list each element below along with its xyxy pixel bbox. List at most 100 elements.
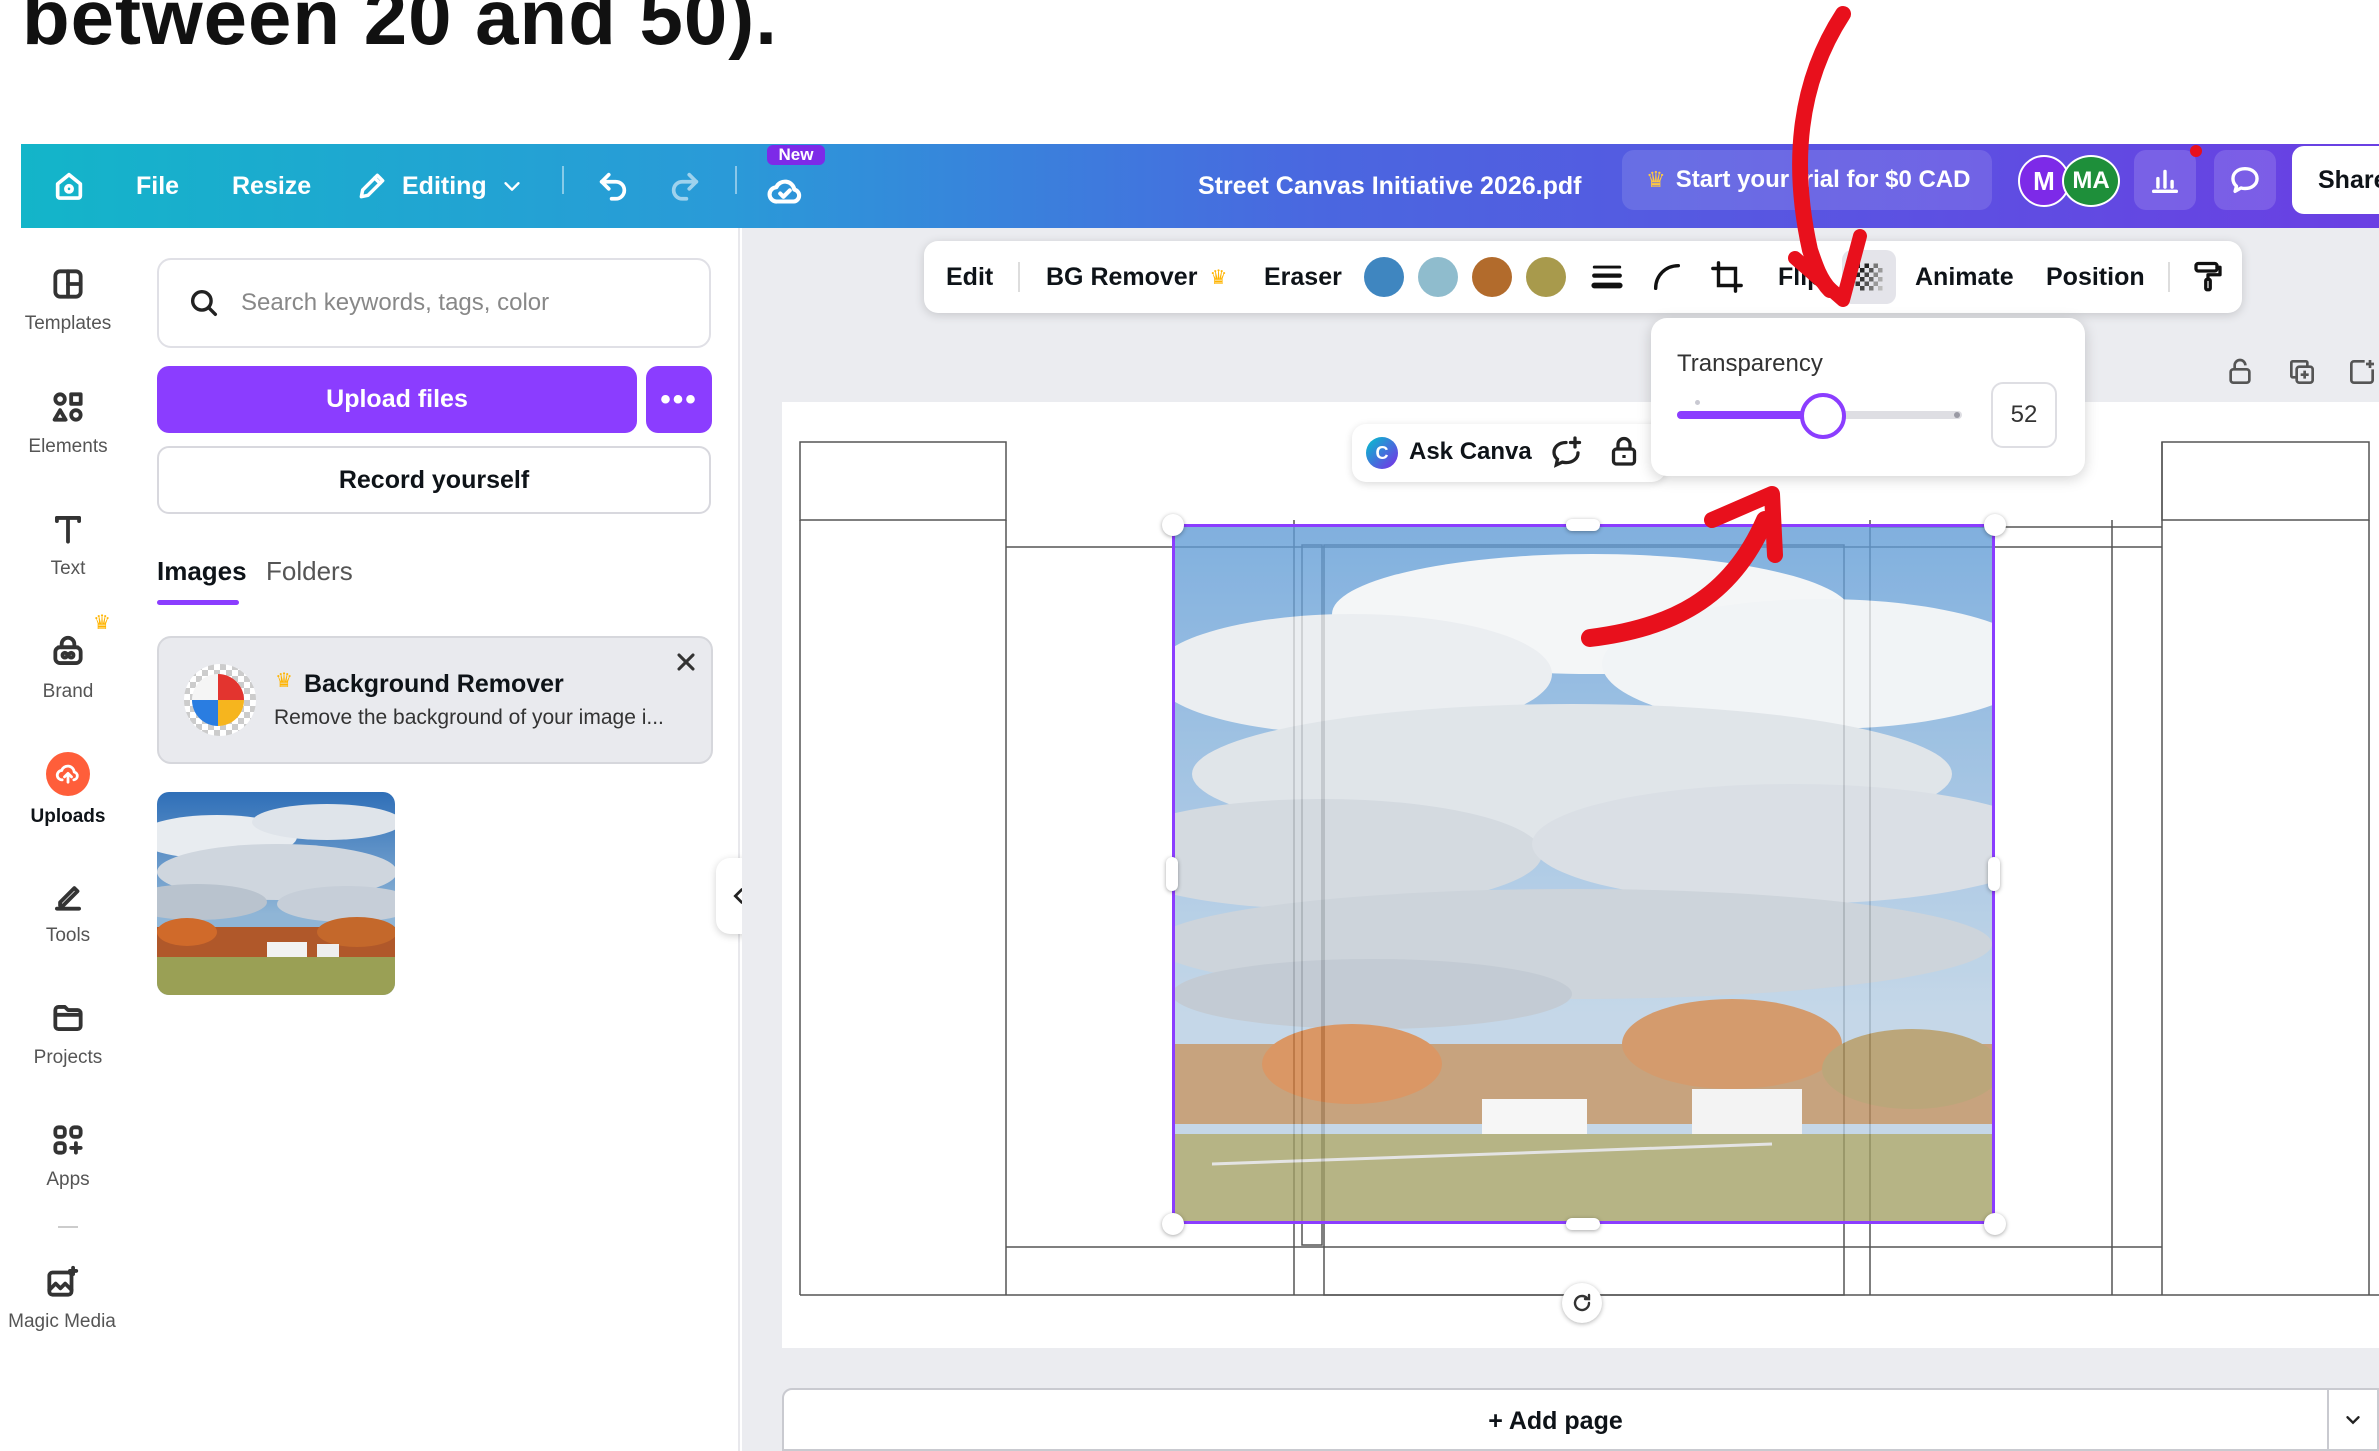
corner-rounding-button[interactable] xyxy=(1650,241,1684,313)
bg-remover-button[interactable]: BG Remover ♛ xyxy=(1046,241,1227,313)
color-swatch[interactable] xyxy=(1472,257,1512,297)
eraser-button[interactable]: Eraser xyxy=(1264,241,1342,313)
border-style-button[interactable] xyxy=(1590,241,1624,313)
transparency-value-input[interactable]: 52 xyxy=(1991,382,2057,448)
add-page-icon xyxy=(2350,360,2374,384)
pencil-icon xyxy=(359,173,385,199)
projects-icon xyxy=(53,1005,83,1031)
resize-handle-top-left[interactable] xyxy=(1162,514,1184,536)
flip-button[interactable]: Flip xyxy=(1778,241,1822,313)
rail-item-brand[interactable]: Brand xyxy=(0,633,136,703)
add-page-above-button[interactable] xyxy=(2346,356,2378,393)
resize-handle-top[interactable] xyxy=(1566,519,1600,531)
start-trial-button[interactable]: ♛ Start your trial for $0 CAD xyxy=(1622,150,1992,210)
transparency-checker-icon xyxy=(1855,263,1883,291)
avatar[interactable]: MA xyxy=(2062,155,2120,207)
transparency-button[interactable] xyxy=(1842,250,1896,304)
crop-button[interactable] xyxy=(1710,241,1744,313)
beach-ball-icon xyxy=(184,664,256,736)
comment-add-button[interactable] xyxy=(1548,435,1584,476)
tab-images[interactable]: Images xyxy=(157,556,247,587)
resize-handle-bottom-left[interactable] xyxy=(1162,1213,1184,1235)
brand-icon xyxy=(53,635,83,665)
rail-item-apps[interactable]: Apps xyxy=(0,1121,136,1191)
editing-mode-menu[interactable]: Editing xyxy=(356,144,523,228)
resize-handle-bottom[interactable] xyxy=(1566,1218,1600,1230)
search-field[interactable] xyxy=(157,258,711,348)
canva-logo-icon: C xyxy=(1366,437,1398,469)
rotate-handle[interactable] xyxy=(1562,1283,1602,1323)
rail-item-elements[interactable]: Elements xyxy=(0,388,136,458)
crown-icon: ♛ xyxy=(275,670,293,692)
slider-tick xyxy=(1954,412,1960,418)
corner-radius-icon xyxy=(1653,263,1681,291)
notification-dot xyxy=(2190,145,2202,157)
promo-description: Remove the background of your image i... xyxy=(274,706,664,729)
transparency-slider-thumb[interactable] xyxy=(1800,393,1847,439)
resize-handle-left[interactable] xyxy=(1166,857,1178,891)
resize-handle-right[interactable] xyxy=(1988,857,2000,891)
rail-item-text[interactable]: Text xyxy=(0,510,136,580)
rail-item-projects[interactable]: Projects xyxy=(0,999,136,1069)
duplicate-icon xyxy=(2290,360,2314,384)
home-icon xyxy=(55,172,83,200)
magic-media-icon xyxy=(47,1265,79,1297)
home-button[interactable] xyxy=(52,144,86,228)
resize-menu[interactable]: Resize xyxy=(232,144,311,228)
slider-tick xyxy=(1695,400,1700,405)
uploads-icon xyxy=(46,752,90,796)
animate-button[interactable]: Animate xyxy=(1915,241,2014,313)
rail-item-templates[interactable]: Templates xyxy=(0,265,136,335)
undo-button[interactable] xyxy=(596,144,630,228)
upload-files-button[interactable]: Upload files xyxy=(157,366,637,433)
undo-icon xyxy=(599,172,627,201)
edit-button[interactable]: Edit xyxy=(946,241,993,313)
comment-add-icon xyxy=(1552,436,1582,468)
ask-canva-button[interactable]: Ask Canva xyxy=(1409,438,1532,466)
chevron-down-icon xyxy=(504,182,520,191)
editing-label: Editing xyxy=(402,171,487,200)
duplicate-page-button[interactable] xyxy=(2286,356,2318,393)
add-page-options-button[interactable] xyxy=(2329,1388,2379,1451)
rail-divider xyxy=(58,1226,78,1228)
rotate-icon xyxy=(1573,1293,1591,1312)
selection-frame xyxy=(1172,524,1995,1224)
toolbar-divider xyxy=(735,166,737,194)
uploaded-image-thumbnail[interactable] xyxy=(157,792,395,995)
rail-item-uploads[interactable]: Uploads xyxy=(0,752,136,828)
promo-title: Background Remover xyxy=(304,670,564,698)
crop-icon xyxy=(1711,261,1743,293)
close-promo-button[interactable] xyxy=(672,648,700,681)
toolbar-divider xyxy=(562,166,564,194)
comments-button[interactable] xyxy=(2214,150,2276,210)
more-options-button[interactable]: ••• xyxy=(646,366,712,433)
lock-icon xyxy=(1611,436,1637,466)
resize-handle-bottom-right[interactable] xyxy=(1984,1213,2006,1235)
resize-handle-top-right[interactable] xyxy=(1984,514,2006,536)
share-button[interactable]: Share xyxy=(2292,146,2379,214)
rail-item-magic-media[interactable]: Magic Media xyxy=(0,1263,130,1333)
copy-style-button[interactable] xyxy=(2190,241,2226,313)
lock-page-button[interactable] xyxy=(2224,356,2256,393)
document-title[interactable]: Street Canvas Initiative 2026.pdf xyxy=(1198,144,1581,228)
crown-icon: ♛ xyxy=(93,612,111,634)
color-swatch[interactable] xyxy=(1526,257,1566,297)
color-swatch[interactable] xyxy=(1364,257,1404,297)
add-page-button[interactable]: + Add page xyxy=(782,1388,2329,1451)
record-yourself-button[interactable]: Record yourself xyxy=(157,446,711,514)
insights-button[interactable] xyxy=(2134,150,2196,210)
redo-button[interactable] xyxy=(668,144,702,228)
lock-element-button[interactable] xyxy=(1606,434,1642,475)
bg-remover-label: BG Remover xyxy=(1046,262,1198,291)
color-swatch[interactable] xyxy=(1418,257,1458,297)
tab-folders[interactable]: Folders xyxy=(266,556,353,587)
position-button[interactable]: Position xyxy=(2046,241,2145,313)
file-menu[interactable]: File xyxy=(136,144,179,228)
search-input[interactable] xyxy=(241,289,681,317)
rail-item-tools[interactable]: Tools xyxy=(0,877,136,947)
instruction-heading: between 20 and 50). xyxy=(22,0,778,61)
toolbar-divider xyxy=(2168,262,2170,292)
lock-icon xyxy=(2229,358,2251,384)
close-icon xyxy=(677,653,695,671)
bar-chart-icon xyxy=(2151,169,2179,194)
